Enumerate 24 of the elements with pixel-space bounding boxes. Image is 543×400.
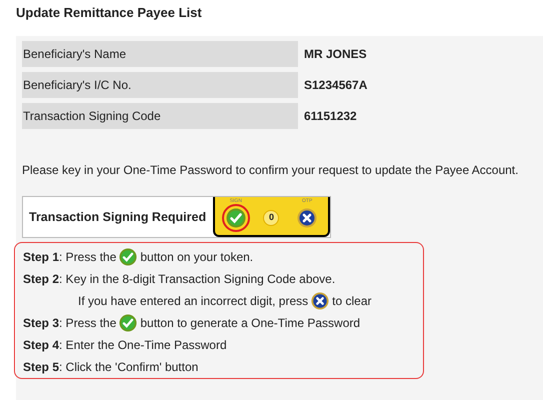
field-value: S1234567A <box>304 77 368 94</box>
close-key-icon <box>297 208 318 228</box>
page-title: Update Remittance Payee List <box>15 4 203 22</box>
step-text: Step 1: Press the <box>23 248 116 266</box>
check-icon <box>119 248 138 266</box>
step-text: If you have entered an incorrect digit, press <box>78 292 308 310</box>
signing-label: Transaction Signing Required <box>29 208 208 226</box>
check-icon <box>119 314 138 332</box>
step-text: button to generate a One-Time Password <box>140 314 360 332</box>
field-label: Beneficiary's I/C No. <box>22 72 298 98</box>
field-value: MR JONES <box>304 46 367 63</box>
field-label: Beneficiary's Name <box>22 41 298 67</box>
step-text: Step 2: Key in the 8-digit Transaction Signing Code above. <box>23 270 336 288</box>
check-key-icon <box>226 208 246 228</box>
step-text: Step 3: Press the <box>23 314 116 332</box>
zero-key: 0 <box>263 210 280 226</box>
field-value: 61151232 <box>304 108 357 125</box>
step-text: button on your token. <box>140 248 254 266</box>
close-icon <box>311 292 330 310</box>
step-text: to clear <box>332 292 372 310</box>
step-text: Step 4: Enter the One-Time Password <box>23 336 227 354</box>
step-text: Step 5: Click the 'Confirm' button <box>23 358 198 376</box>
field-label: Transaction Signing Code <box>22 103 298 129</box>
instruction-text: Please key in your One-Time Password to confirm your request to update the Payee Account. <box>22 162 520 179</box>
